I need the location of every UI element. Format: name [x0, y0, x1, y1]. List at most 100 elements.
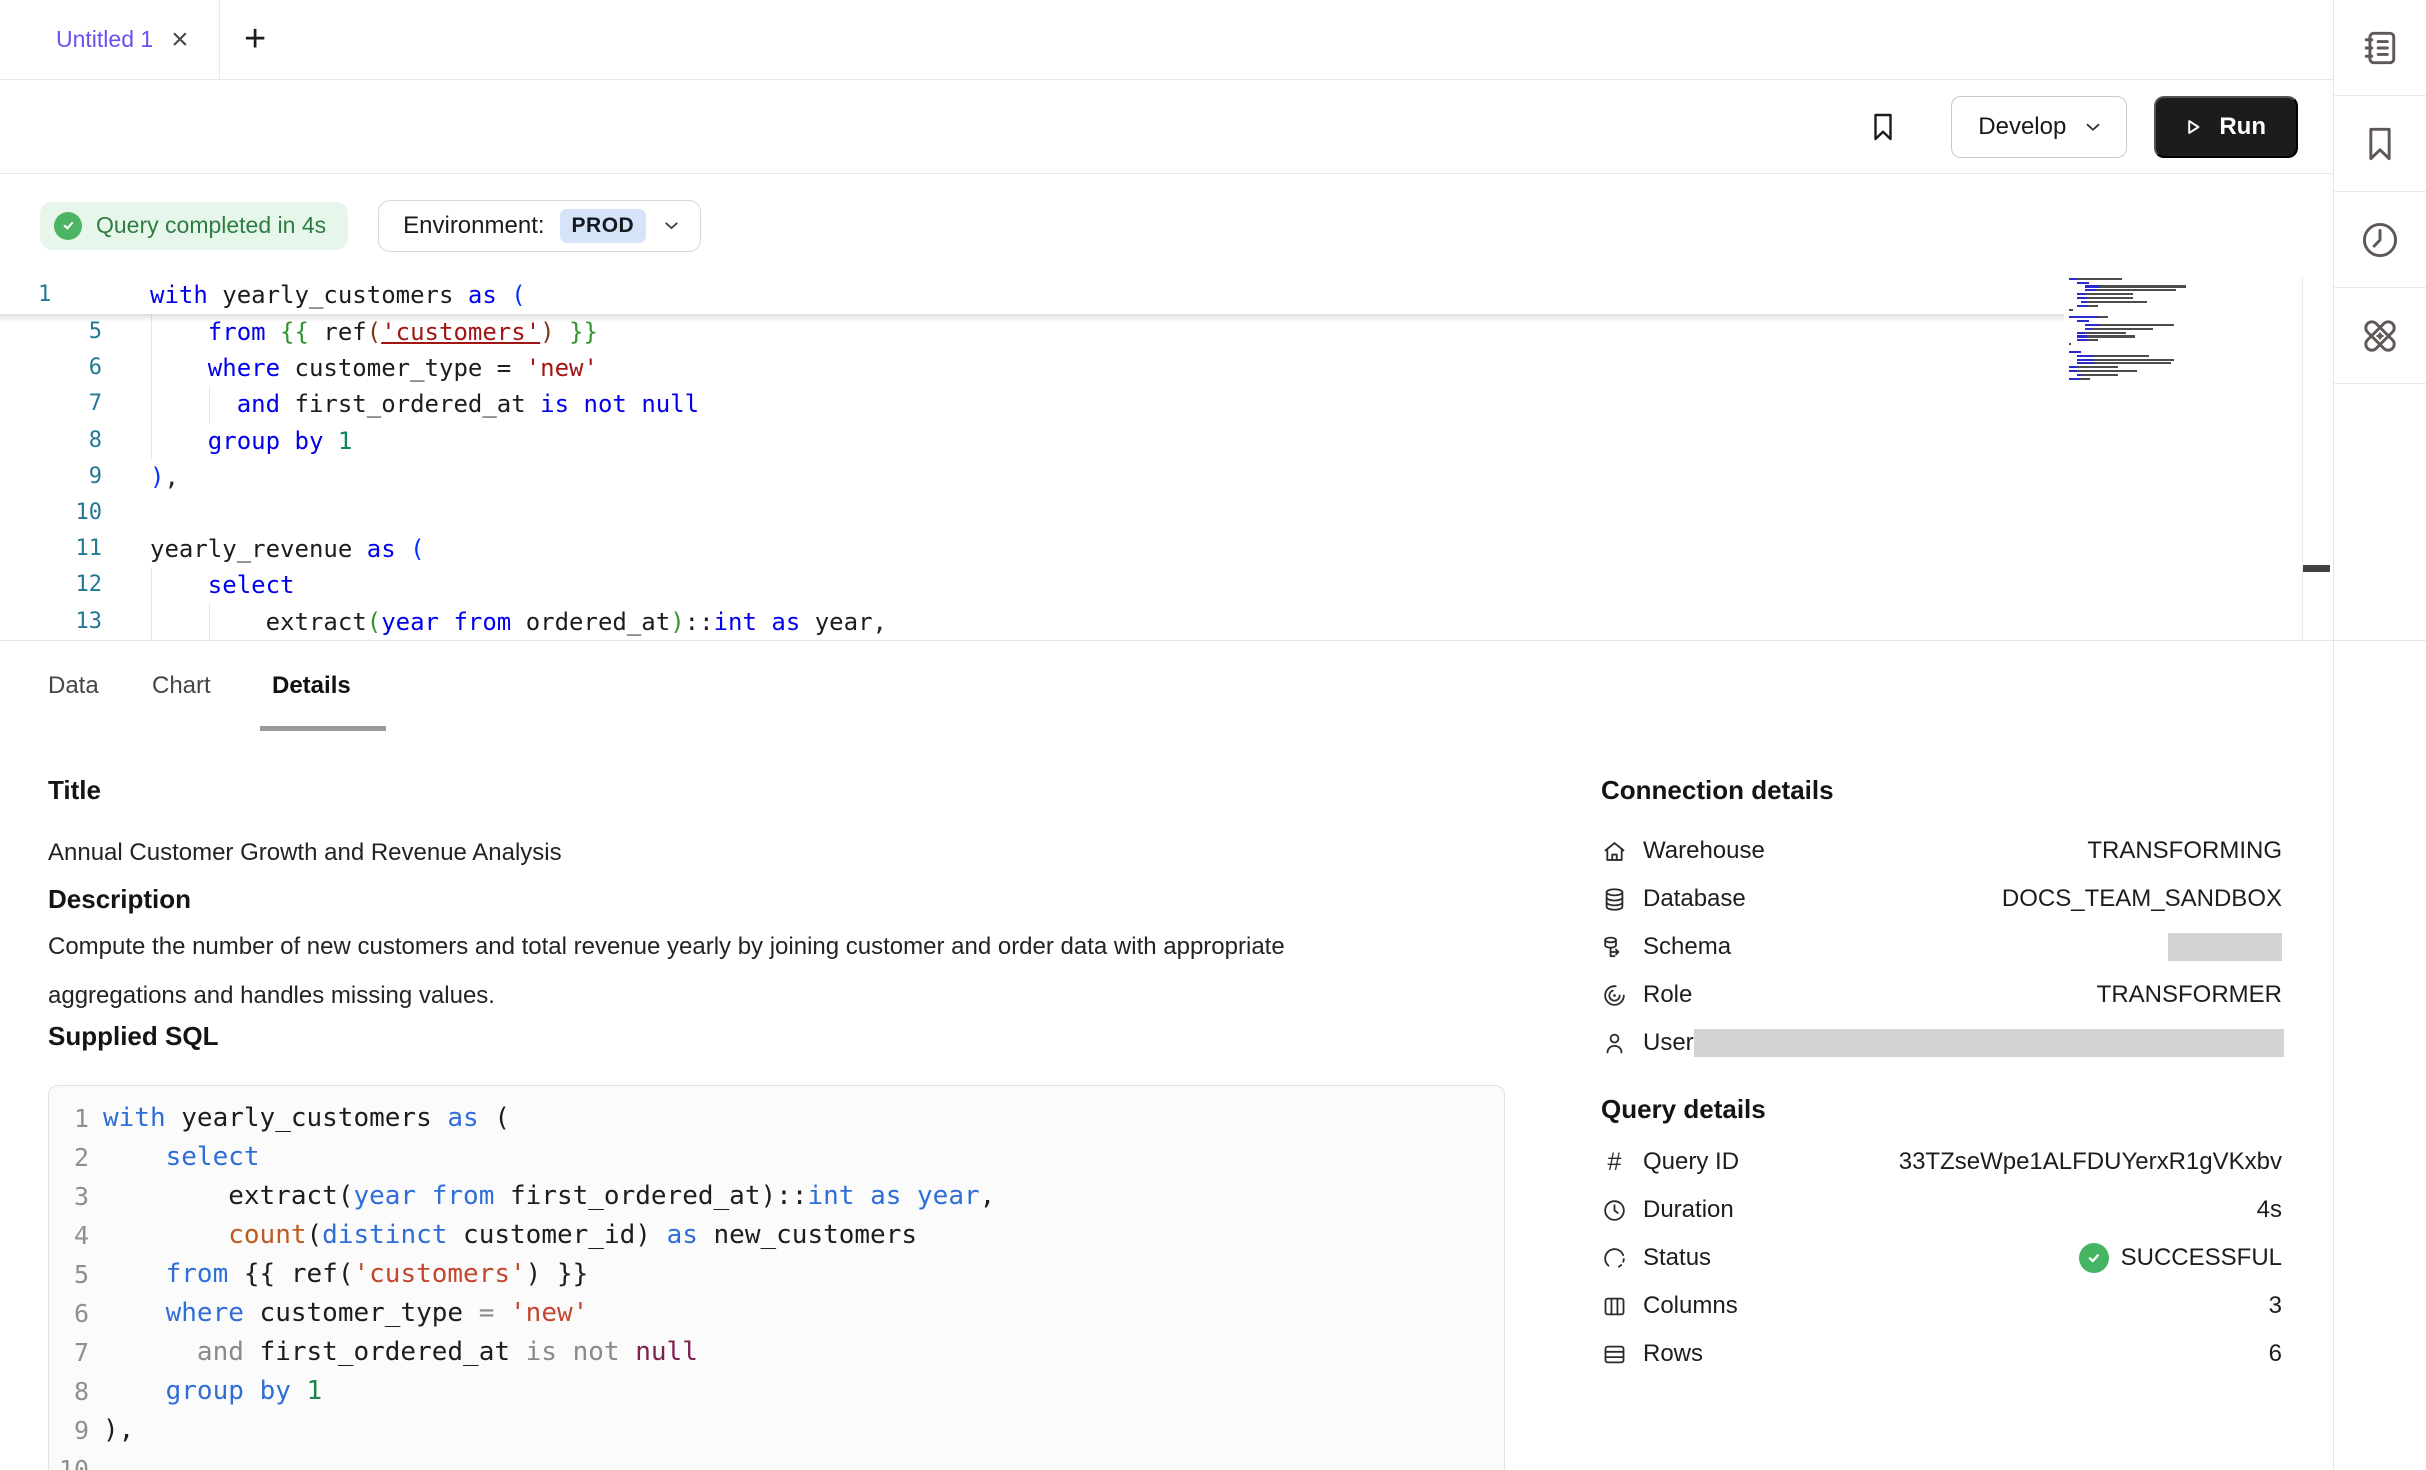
line-number: 9 [0, 459, 102, 495]
code-line: 2 select [49, 1138, 1504, 1177]
detail-label: Columns [1643, 1292, 1738, 1320]
sidebar-button-dbt-knot[interactable] [2334, 288, 2426, 384]
indent-guide [209, 603, 210, 640]
line-number: 6 [0, 350, 102, 386]
indent-guide [151, 567, 152, 640]
detail-row: Columns3 [1601, 1282, 2282, 1330]
editor-bottom-divider [0, 640, 2426, 641]
detail-label: User [1643, 1029, 1694, 1057]
detail-label: Database [1643, 885, 1746, 913]
detail-row: Rows6 [1601, 1330, 2282, 1378]
notebook-icon [2358, 26, 2402, 70]
detail-value: TRANSFORMER [2097, 981, 2282, 1009]
details-panel: Title Annual Customer Growth and Revenue… [0, 731, 2333, 1470]
line-number: 3 [49, 1177, 89, 1216]
columns-icon [1601, 1293, 1628, 1320]
code-line: 8 group by 1 [49, 1372, 1504, 1411]
supplied-sql-heading: Supplied SQL [48, 1021, 218, 1052]
scrollbar-thumb[interactable] [2303, 565, 2330, 572]
code-line: 11yearly_revenue as ( [0, 531, 2333, 567]
code-line: 9), [49, 1411, 1504, 1450]
detail-value [1694, 1029, 2284, 1057]
plus-icon: + [244, 18, 266, 61]
description-heading: Description [48, 884, 191, 915]
develop-dropdown[interactable]: Develop [1951, 96, 2127, 158]
detail-row: #Query ID33TZseWpe1ALFDUYerxR1gVKxbv [1601, 1138, 2282, 1186]
code-line: 5 from {{ ref('customers') }} [49, 1255, 1504, 1294]
code-line: 7 and first_ordered_at is not null [49, 1333, 1504, 1372]
connection-rows: Warehouse TRANSFORMING Database DOCS_TEAM_S… [1601, 827, 2282, 1067]
schema-icon [1601, 934, 1628, 961]
run-label: Run [2219, 113, 2266, 141]
toolbar: Develop Run [0, 80, 2333, 174]
detail-row: Duration4s [1601, 1186, 2282, 1234]
user-icon [1601, 1030, 1628, 1057]
detail-row: Schema [1601, 923, 2282, 971]
sidebar-button-notebook[interactable] [2334, 0, 2426, 96]
line-number: 10 [49, 1450, 89, 1470]
sidebar-button-bookmark[interactable] [2334, 96, 2426, 192]
indent-guide [151, 314, 152, 459]
detail-value: SUCCESSFUL [2079, 1243, 2282, 1273]
bookmark-icon[interactable] [1865, 109, 1901, 145]
detail-row: Status SUCCESSFUL [1601, 1234, 2282, 1282]
code-line: 1with yearly_customers as ( [49, 1099, 1504, 1138]
detail-label: Status [1643, 1244, 1711, 1272]
chevron-down-icon [2082, 116, 2104, 138]
hash-icon: # [1601, 1149, 1628, 1176]
sidebar-button-history-clock[interactable] [2334, 192, 2426, 288]
close-icon[interactable]: × [171, 25, 189, 55]
line-number: 1 [38, 277, 68, 313]
run-button[interactable]: Run [2154, 96, 2298, 158]
tab-untitled-1[interactable]: Untitled 1 × [0, 0, 220, 79]
detail-label: Duration [1643, 1196, 1734, 1224]
tab-data[interactable]: Data [48, 640, 99, 731]
rows-icon [1601, 1341, 1628, 1368]
develop-label: Develop [1978, 113, 2066, 141]
detail-value: 6 [2269, 1340, 2282, 1368]
sql-editor[interactable]: 1with yearly_customers as ( 5 from {{ re… [0, 277, 2333, 640]
title-value: Annual Customer Growth and Revenue Analy… [48, 828, 562, 877]
duration-clock-icon [1601, 1197, 1628, 1224]
result-tab-bar: Data Chart Details [0, 640, 2333, 731]
redacted-value [2168, 933, 2282, 961]
history-clock-icon [2358, 218, 2402, 262]
detail-label: Schema [1643, 933, 1731, 961]
minimap[interactable] [2069, 277, 2188, 383]
detail-value: DOCS_TEAM_SANDBOX [2002, 885, 2282, 913]
detail-value: 33TZseWpe1ALFDUYerxR1gVKxbv [1899, 1148, 2282, 1176]
connection-details-heading: Connection details [1601, 775, 1834, 806]
environment-label: Environment: [403, 212, 544, 240]
detail-row: Warehouse TRANSFORMING [1601, 827, 2282, 875]
description-value: Compute the number of new customers and … [48, 922, 1285, 1020]
role-icon [1601, 982, 1628, 1009]
scrollbar-track [2302, 277, 2303, 640]
line-number: 10 [0, 495, 102, 531]
detail-value: TRANSFORMING [2087, 837, 2282, 865]
database-icon [1601, 886, 1628, 913]
query-rows: #Query ID33TZseWpe1ALFDUYerxR1gVKxbvDura… [1601, 1138, 2282, 1378]
line-number: 1 [49, 1099, 89, 1138]
environment-dropdown[interactable]: Environment: PROD [378, 200, 701, 252]
detail-row: User [1601, 1019, 2282, 1067]
line-number: 13 [0, 604, 102, 640]
new-tab-button[interactable]: + [220, 0, 266, 79]
tab-details[interactable]: Details [272, 640, 351, 731]
dbt-knot-icon [2358, 314, 2402, 358]
line-number: 6 [49, 1294, 89, 1333]
status-spinner-icon [1601, 1245, 1628, 1272]
line-number: 12 [0, 567, 102, 603]
code-line: 1with yearly_customers as ( [0, 277, 2064, 313]
editor-lines: 5 from {{ ref('customers') }}6 where cus… [0, 314, 2333, 640]
ref-link[interactable]: 'customers' [381, 318, 540, 346]
redacted-value [1694, 1029, 2284, 1057]
play-icon [2180, 114, 2206, 140]
detail-label: Warehouse [1643, 837, 1765, 865]
code-line: 10 [49, 1450, 1504, 1470]
tab-chart[interactable]: Chart [152, 640, 211, 731]
status-bar: Query completed in 4s Environment: PROD [0, 174, 2333, 277]
code-line: 9), [0, 459, 2333, 495]
code-line: 10 [0, 495, 2333, 531]
tab-bar: Untitled 1 × + [0, 0, 2333, 80]
warehouse-icon [1601, 838, 1628, 865]
